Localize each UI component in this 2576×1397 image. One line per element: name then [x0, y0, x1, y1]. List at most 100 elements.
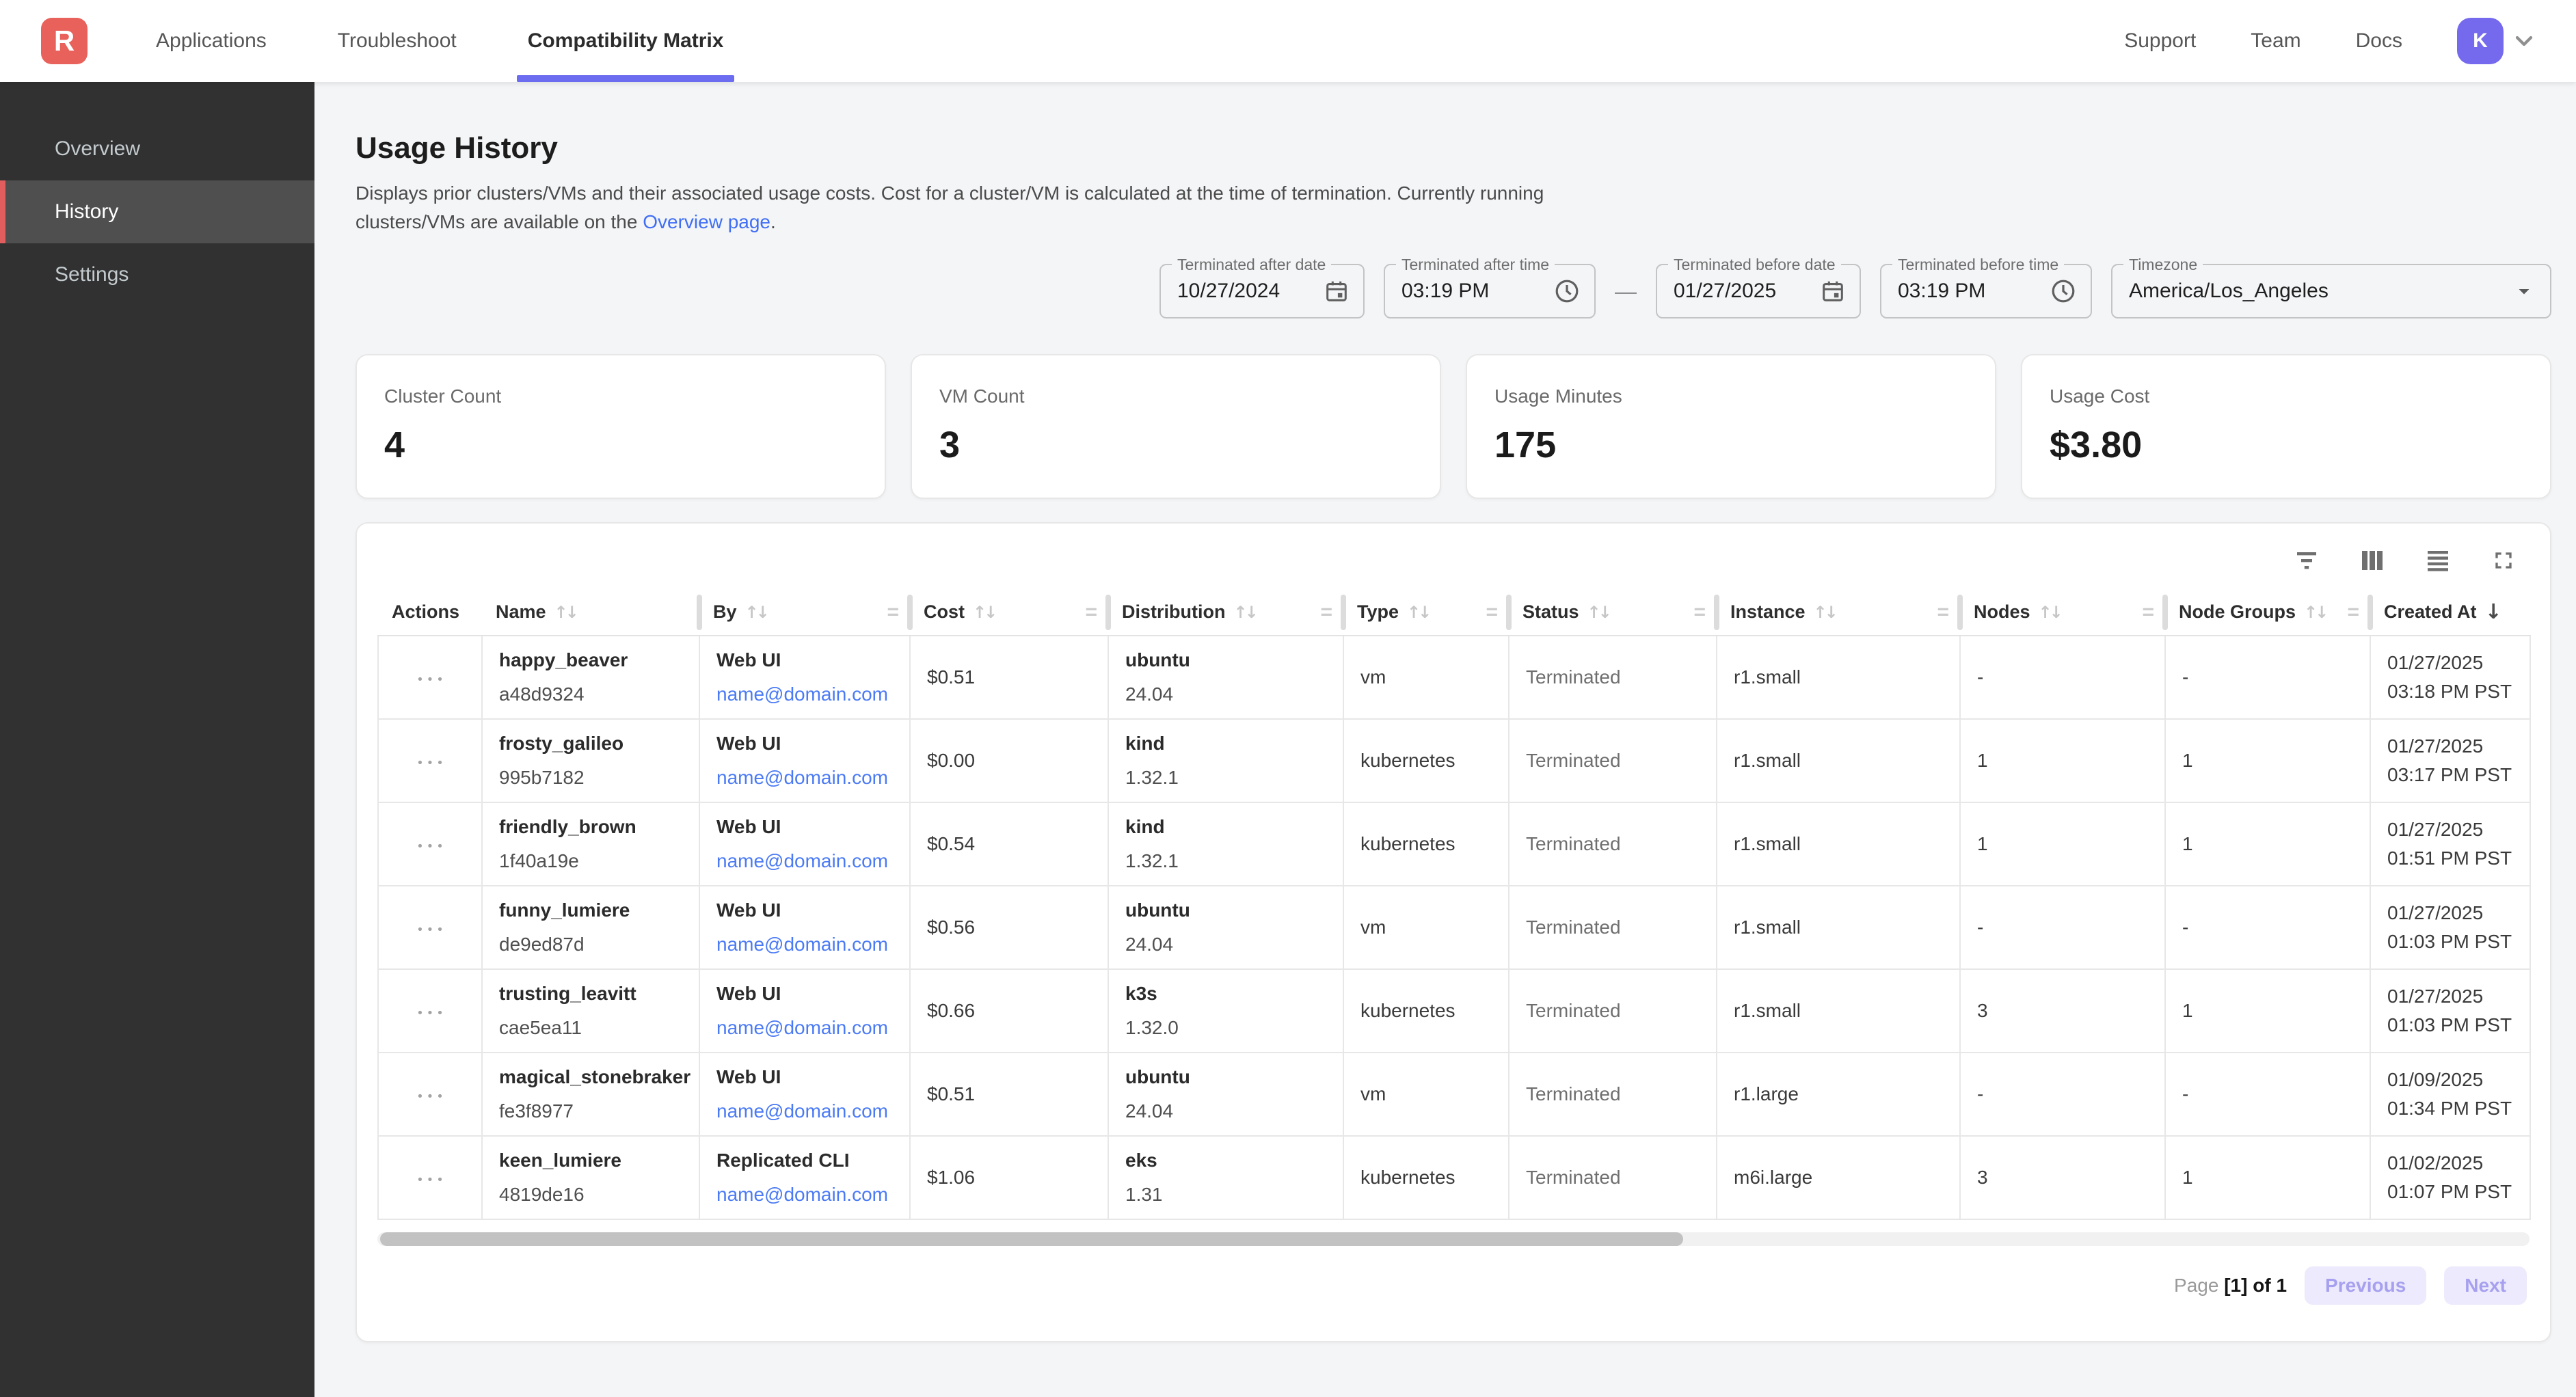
- fullscreen-icon[interactable]: [2488, 545, 2519, 575]
- calendar-icon[interactable]: [1324, 278, 1350, 304]
- timezone-select[interactable]: Timezone America/Los_Angeles: [2111, 264, 2551, 318]
- ellipsis-icon[interactable]: •••: [416, 923, 446, 937]
- nav-tab-troubleshoot[interactable]: Troubleshoot: [327, 0, 468, 82]
- email-link[interactable]: name@domain.com: [716, 767, 896, 789]
- density-icon[interactable]: [2423, 545, 2453, 575]
- sort-arrows-icon[interactable]: ↑↓: [1407, 603, 1429, 622]
- cell-status: Terminated: [1509, 636, 1717, 719]
- drag-handle-icon[interactable]: =: [1693, 601, 1708, 624]
- column-header-created-at[interactable]: Created At↓: [2370, 589, 2530, 636]
- column-header-nodes[interactable]: Nodes↑↓=: [1960, 589, 2165, 636]
- terminated-after-date-field[interactable]: Terminated after date 10/27/2024: [1159, 264, 1365, 318]
- top-nav: R Applications Troubleshoot Compatibilit…: [0, 0, 2576, 82]
- ellipsis-icon[interactable]: •••: [416, 673, 446, 687]
- drag-handle-icon[interactable]: =: [1085, 601, 1100, 624]
- sort-arrows-icon[interactable]: ↑↓: [1814, 603, 1836, 622]
- cell-node-groups: 1: [2165, 719, 2370, 802]
- email-link[interactable]: name@domain.com: [716, 683, 896, 705]
- nav-tab-applications[interactable]: Applications: [145, 0, 278, 82]
- drag-handle-icon[interactable]: =: [1486, 601, 1501, 624]
- columns-icon[interactable]: [2357, 545, 2387, 575]
- sidebar-item-overview[interactable]: Overview: [0, 118, 314, 180]
- cell-cost: $0.51: [910, 1053, 1108, 1136]
- ellipsis-icon[interactable]: •••: [416, 756, 446, 770]
- ellipsis-icon[interactable]: •••: [416, 1006, 446, 1020]
- cell-name: happy_beavera48d9324: [482, 636, 699, 719]
- overview-page-link[interactable]: Overview page: [643, 211, 770, 232]
- email-link[interactable]: name@domain.com: [716, 1100, 896, 1122]
- sidebar-item-settings[interactable]: Settings: [0, 243, 314, 306]
- clock-icon[interactable]: [2050, 277, 2077, 305]
- cell-status: Terminated: [1509, 1136, 1717, 1219]
- ellipsis-icon[interactable]: •••: [416, 839, 446, 854]
- drag-handle-icon[interactable]: =: [2347, 601, 2362, 624]
- sort-arrows-icon[interactable]: ↑↓: [1587, 603, 1609, 622]
- timezone-value[interactable]: America/Los_Angeles: [2129, 280, 2512, 303]
- sort-arrows-icon[interactable]: ↑↓: [973, 603, 995, 622]
- previous-page-button[interactable]: Previous: [2305, 1266, 2426, 1305]
- column-header-type[interactable]: Type↑↓=: [1343, 589, 1509, 636]
- nav-link-support[interactable]: Support: [2124, 29, 2196, 53]
- column-header-name[interactable]: Name↑↓: [482, 589, 699, 636]
- cell-by: Web UIname@domain.com: [699, 886, 910, 969]
- row-actions-cell: •••: [378, 1053, 482, 1136]
- date-range-separator: —: [1615, 279, 1637, 304]
- cell-cost: $0.66: [910, 969, 1108, 1053]
- cell-by: Web UIname@domain.com: [699, 802, 910, 886]
- sort-arrows-icon[interactable]: ↑↓: [2039, 603, 2061, 622]
- sort-arrows-icon[interactable]: ↑↓: [554, 603, 576, 622]
- terminated-before-date-value[interactable]: 01/27/2025: [1674, 280, 1820, 303]
- email-link[interactable]: name@domain.com: [716, 1184, 896, 1206]
- email-link[interactable]: name@domain.com: [716, 1017, 896, 1039]
- column-header-by[interactable]: By↑↓=: [699, 589, 910, 636]
- column-header-distribution[interactable]: Distribution↑↓=: [1108, 589, 1343, 636]
- replicated-logo[interactable]: R: [41, 18, 88, 64]
- cell-type: vm: [1343, 886, 1509, 969]
- nav-right: Support Team Docs K: [2124, 18, 2538, 64]
- email-link[interactable]: name@domain.com: [716, 850, 896, 872]
- terminated-after-time-field[interactable]: Terminated after time 03:19 PM: [1384, 264, 1596, 318]
- cell-node-groups: 1: [2165, 802, 2370, 886]
- cell-by: Web UIname@domain.com: [699, 1053, 910, 1136]
- column-header-cost[interactable]: Cost↑↓=: [910, 589, 1108, 636]
- account-menu-button[interactable]: K: [2457, 18, 2538, 64]
- clock-icon[interactable]: [1553, 277, 1581, 305]
- ellipsis-icon[interactable]: •••: [416, 1089, 446, 1104]
- cell-name: funny_lumierede9ed87d: [482, 886, 699, 969]
- column-header-status[interactable]: Status↑↓=: [1509, 589, 1717, 636]
- sort-arrows-icon[interactable]: ↑↓: [745, 603, 767, 622]
- drag-handle-icon[interactable]: =: [1320, 601, 1335, 624]
- nav-tab-compatibility-matrix[interactable]: Compatibility Matrix: [517, 0, 735, 82]
- row-actions-cell: •••: [378, 886, 482, 969]
- next-page-button[interactable]: Next: [2444, 1266, 2527, 1305]
- nav-link-team[interactable]: Team: [2251, 29, 2300, 53]
- calendar-icon[interactable]: [1820, 278, 1846, 304]
- email-link[interactable]: name@domain.com: [716, 934, 896, 955]
- terminated-after-date-value[interactable]: 10/27/2024: [1177, 280, 1324, 303]
- terminated-before-time-value[interactable]: 03:19 PM: [1898, 280, 2050, 303]
- stat-value: 3: [939, 424, 1412, 466]
- terminated-after-time-value[interactable]: 03:19 PM: [1401, 280, 1553, 303]
- sidebar-item-history[interactable]: History: [0, 180, 314, 243]
- cell-type: kubernetes: [1343, 969, 1509, 1053]
- drag-handle-icon[interactable]: =: [1937, 601, 1952, 624]
- sort-arrows-icon[interactable]: ↑↓: [1233, 603, 1255, 622]
- arrow-down-icon[interactable]: ↓: [2485, 600, 2502, 624]
- terminated-before-date-field[interactable]: Terminated before date 01/27/2025: [1656, 264, 1861, 318]
- ellipsis-icon[interactable]: •••: [416, 1173, 446, 1187]
- column-header-instance[interactable]: Instance↑↓=: [1717, 589, 1960, 636]
- horizontal-scrollbar-thumb[interactable]: [380, 1232, 1683, 1246]
- drag-handle-icon[interactable]: =: [2142, 601, 2157, 624]
- filter-icon[interactable]: [2292, 545, 2322, 575]
- column-header-node-groups[interactable]: Node Groups↑↓=: [2165, 589, 2370, 636]
- nav-link-docs[interactable]: Docs: [2356, 29, 2402, 53]
- caret-down-icon[interactable]: [2512, 279, 2536, 303]
- cell-created-at: 01/27/202501:03 PM PST: [2370, 886, 2530, 969]
- table-row: ••• magical_stonebrakerfe3f8977 Web UIna…: [378, 1053, 2530, 1136]
- cell-distribution: ubuntu24.04: [1108, 886, 1343, 969]
- drag-handle-icon[interactable]: =: [887, 601, 902, 624]
- sort-arrows-icon[interactable]: ↑↓: [2304, 603, 2326, 622]
- cell-cost: $0.00: [910, 719, 1108, 802]
- horizontal-scrollbar-track[interactable]: [377, 1232, 2530, 1246]
- terminated-before-time-field[interactable]: Terminated before time 03:19 PM: [1880, 264, 2092, 318]
